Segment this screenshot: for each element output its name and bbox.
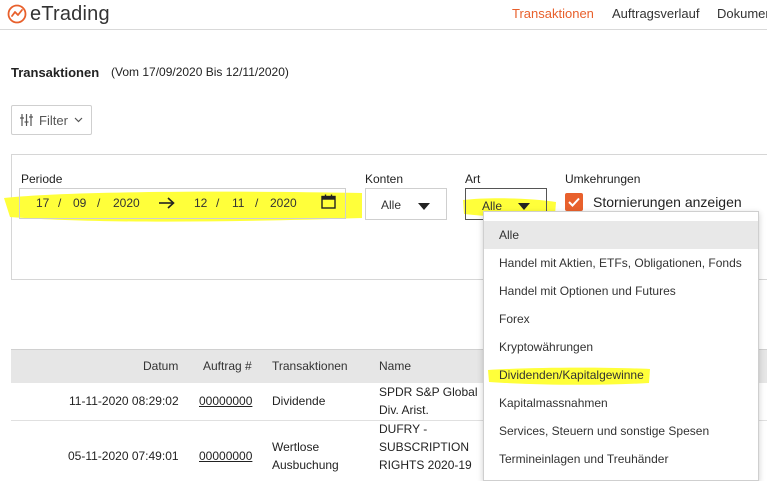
sliders-icon: [20, 114, 34, 126]
date-separator: /: [255, 196, 259, 210]
stornierungen-checkbox[interactable]: [565, 193, 583, 211]
date-separator: /: [216, 196, 220, 210]
from-day[interactable]: 17: [36, 196, 49, 210]
chevron-down-icon: [74, 117, 83, 123]
konten-select[interactable]: [365, 188, 447, 220]
cell-name: SPDR S&P Global: [379, 385, 478, 399]
konten-caret-icon: [418, 203, 430, 210]
cell-transaktion: Dividende: [272, 394, 326, 408]
art-option-optionen-futures[interactable]: Handel mit Optionen und Futures: [484, 277, 758, 305]
art-option-services[interactable]: Services, Steuern und sonstige Spesen: [484, 417, 758, 445]
logo[interactable]: eTrading: [7, 3, 110, 25]
nav-dokumente[interactable]: Dokumen: [717, 6, 767, 21]
cell-name: DUFRY -: [379, 422, 428, 436]
stornierungen-label[interactable]: Stornierungen anzeigen: [593, 194, 742, 210]
konten-select-value: Alle: [381, 198, 402, 212]
from-year[interactable]: 2020: [113, 196, 140, 210]
column-header-transaktionen[interactable]: Transaktionen: [272, 359, 348, 373]
logo-text: eTrading: [30, 2, 110, 25]
cell-datum: 11-11-2020 08:29:02: [69, 394, 179, 408]
cell-datum: 05-11-2020 07:49:01: [68, 449, 179, 463]
art-option-krypto[interactable]: Kryptowährungen: [484, 333, 758, 361]
art-option-aktien-etfs[interactable]: Handel mit Aktien, ETFs, Obligationen, F…: [484, 249, 758, 277]
from-month[interactable]: 09: [73, 196, 86, 210]
date-range-subtitle: (Vom 17/09/2020 Bis 12/11/2020): [111, 65, 289, 79]
filter-button-label: Filter: [39, 112, 68, 128]
cell-name: RIGHTS 2020-19: [379, 458, 472, 472]
calendar-icon[interactable]: [321, 194, 336, 209]
cell-name: SUBSCRIPTION: [379, 440, 470, 454]
column-header-datum[interactable]: Datum: [143, 359, 178, 373]
art-caret-icon: [518, 203, 530, 210]
cell-auftrag-link[interactable]: 00000000: [199, 392, 252, 410]
to-year[interactable]: 2020: [270, 196, 297, 210]
column-header-name[interactable]: Name: [379, 359, 411, 373]
filter-button[interactable]: Filter: [11, 105, 92, 135]
date-separator: /: [58, 196, 62, 210]
art-option-alle[interactable]: Alle: [484, 221, 758, 249]
konten-label: Konten: [365, 172, 404, 186]
umkehrungen-label: Umkehrungen: [565, 172, 641, 186]
art-option-kapitalmassnahmen[interactable]: Kapitalmassnahmen: [484, 389, 758, 417]
art-dropdown-menu: Alle Handel mit Aktien, ETFs, Obligation…: [483, 211, 759, 481]
cell-transaktion: Ausbuchung: [272, 458, 339, 472]
column-header-auftrag[interactable]: Auftrag #: [203, 359, 252, 373]
to-day[interactable]: 12: [194, 196, 207, 210]
cell-name: Div. Arist.: [379, 403, 429, 417]
to-month[interactable]: 11: [232, 196, 244, 210]
arrow-right-icon: [159, 197, 175, 209]
art-label: Art: [465, 172, 481, 186]
date-separator: /: [97, 196, 101, 210]
page-title: Transaktionen: [11, 65, 100, 80]
cell-auftrag-link[interactable]: 00000000: [199, 447, 252, 465]
art-option-termineinlagen[interactable]: Termineinlagen und Treuhänder: [484, 445, 758, 473]
checkmark-icon: [568, 197, 580, 207]
etrading-logo-icon: [7, 4, 27, 24]
cell-transaktion: Wertlose: [272, 440, 320, 454]
art-option-dividenden[interactable]: Dividenden/Kapitalgewinne: [484, 361, 758, 389]
nav-auftragsverlauf[interactable]: Auftragsverlauf: [612, 6, 699, 21]
art-option-forex[interactable]: Forex: [484, 305, 758, 333]
nav-transaktionen[interactable]: Transaktionen: [512, 6, 594, 21]
